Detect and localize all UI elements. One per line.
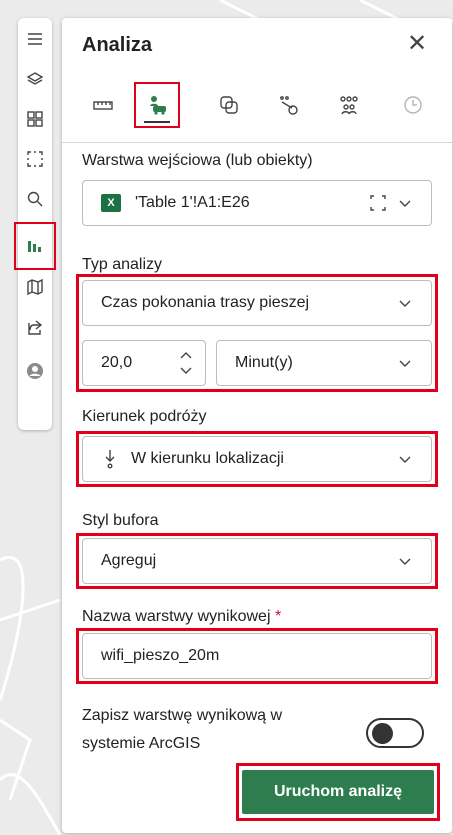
input-layer-select[interactable]: X 'Table 1'!A1:E26 [82,180,432,226]
output-name-label-text: Nazwa warstwy wynikowej [82,608,271,625]
run-analysis-button[interactable]: Uruchom analizę [242,770,434,814]
stepper-arrows-icon[interactable] [179,350,193,376]
input-layer-value: 'Table 1'!A1:E26 [135,194,250,211]
input-layer-label: Warstwa wejściowa (lub obiekty) [82,152,313,169]
analysis-tool-row [62,82,452,132]
arrow-down-to-point-icon [105,450,115,469]
direction-select[interactable]: W kierunku lokalizacji [82,436,432,482]
unit-value: Minut(y) [235,354,293,371]
chevron-down-icon [399,200,411,207]
clock-icon [394,86,432,124]
select-box-icon[interactable] [18,142,52,176]
map-icon[interactable] [18,270,52,304]
output-name-input[interactable]: wifi_pieszo_20m [82,633,432,679]
divider [62,142,452,143]
analysis-type-label: Typ analizy [82,256,163,273]
ruler-icon[interactable] [84,86,122,124]
amount-value: 20,0 [101,354,133,371]
output-name-label: Nazwa warstwy wynikowej * [82,608,281,626]
analysis-type-value: Czas pokonania trasy pieszej [101,294,310,311]
analysis-icon[interactable] [14,222,56,270]
people-group-icon[interactable] [330,86,368,124]
buffer-style-value: Agreguj [101,552,157,569]
person-car-icon[interactable] [134,82,180,128]
close-icon[interactable]: ✕ [407,32,427,56]
overlay-icon[interactable] [210,86,248,124]
required-mark: * [274,608,282,625]
chevron-down-icon [399,456,411,463]
panel-title: Analiza [82,34,153,56]
save-arcgis-label-line2: systemie ArcGIS [82,735,201,752]
excel-icon: X [101,194,121,212]
share-icon[interactable] [18,310,52,344]
save-arcgis-label: Zapisz warstwę wynikową w systemie ArcGI… [82,702,342,758]
direction-label: Kierunek podróży [82,408,207,425]
buffer-style-label: Styl bufora [82,512,159,529]
unit-select[interactable]: Minut(y) [216,340,432,386]
chevron-down-icon [399,300,411,307]
tool-rail [14,18,56,430]
save-arcgis-label-line1: Zapisz warstwę wynikową w [82,707,283,724]
direction-value: W kierunku lokalizacji [131,450,284,467]
layers-icon[interactable] [18,62,52,96]
search-icon[interactable] [18,182,52,216]
chevron-down-icon [399,360,411,367]
amount-stepper[interactable]: 20,0 [82,340,206,386]
user-avatar-icon[interactable] [18,354,52,388]
route-stops-icon[interactable] [270,86,308,124]
analysis-panel: Analiza ✕ Warstwa wejściowa (lub obiekty… [62,18,452,833]
analysis-type-select[interactable]: Czas pokonania trasy pieszej [82,280,432,326]
output-name-value: wifi_pieszo_20m [101,647,220,664]
buffer-style-select[interactable]: Agreguj [82,538,432,584]
toggle-knob [372,723,393,744]
menu-icon[interactable] [18,22,52,56]
qr-grid-icon[interactable] [18,102,52,136]
chevron-down-icon [399,558,411,565]
select-box-icon[interactable] [369,194,387,212]
save-arcgis-toggle[interactable] [366,718,424,748]
